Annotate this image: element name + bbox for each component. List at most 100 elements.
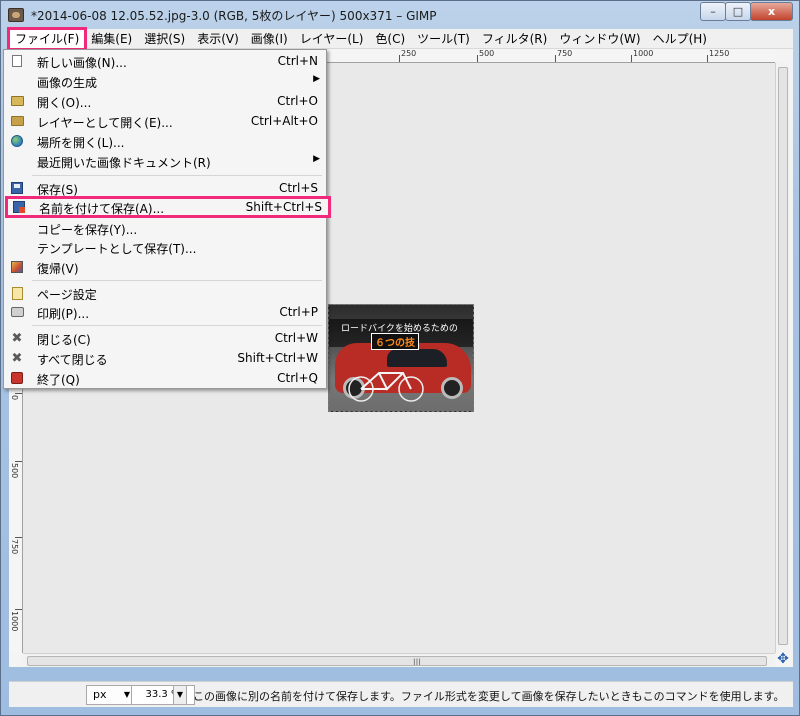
menu-colors[interactable]: 色(C) xyxy=(369,29,411,49)
menu-item-print[interactable]: 印刷(P)... Ctrl+P xyxy=(4,302,326,322)
ruler-label: 250 xyxy=(401,49,417,58)
window-controls: – □ x xyxy=(700,2,793,21)
ruler-tick xyxy=(15,537,22,538)
menu-item-revert[interactable]: 復帰(V) xyxy=(4,257,326,277)
menu-separator xyxy=(32,325,322,326)
menu-item-label: 場所を開く(L)... xyxy=(37,136,125,150)
vertical-scrollbar[interactable] xyxy=(775,63,789,653)
minimize-button[interactable]: – xyxy=(700,2,726,21)
ruler-tick xyxy=(399,55,400,62)
menu-item-label: テンプレートとして保存(T)... xyxy=(37,242,197,256)
ruler-tick xyxy=(555,55,556,62)
menu-item-shortcut: Ctrl+N xyxy=(277,54,318,68)
menu-item-save-template[interactable]: テンプレートとして保存(T)... xyxy=(4,237,326,257)
scroll-grip: III xyxy=(413,658,421,668)
menu-item-close-all[interactable]: ✖ すべて閉じる Shift+Ctrl+W xyxy=(4,348,326,368)
page-setup-icon xyxy=(10,286,24,300)
menu-edit[interactable]: 編集(E) xyxy=(85,29,138,49)
ruler-label: 1000 xyxy=(633,49,654,58)
save-as-icon xyxy=(12,200,26,214)
menu-item-shortcut: Ctrl+P xyxy=(279,305,318,319)
quit-icon xyxy=(10,371,24,385)
ruler-label: 750 xyxy=(557,49,573,58)
ruler-tick xyxy=(15,609,22,610)
title-bar[interactable]: *2014-06-08 12.05.52.jpg-3.0 (RGB, 5枚のレイ… xyxy=(1,1,800,29)
wheel-shape xyxy=(441,377,463,399)
menu-view[interactable]: 表示(V) xyxy=(191,29,245,49)
status-message: この画像に別の名前を付けて保存します。ファイル形式を変更して画像を保存したいとき… xyxy=(193,690,785,703)
new-image-icon xyxy=(10,54,24,68)
menu-item-quit[interactable]: 終了(Q) Ctrl+Q xyxy=(4,368,326,388)
close-x-icon: ✖ xyxy=(11,330,23,346)
submenu-arrow-icon: ▶ xyxy=(313,74,320,84)
vertical-scroll-thumb[interactable] xyxy=(778,67,788,645)
menu-image[interactable]: 画像(I) xyxy=(245,29,294,49)
close-button[interactable]: x xyxy=(750,2,793,21)
ruler-tick xyxy=(15,461,22,462)
menu-file[interactable]: ファイル(F) xyxy=(6,26,88,51)
ruler-tick xyxy=(477,55,478,62)
menu-item-shortcut: Ctrl+S xyxy=(278,181,318,195)
ruler-label: 500 xyxy=(479,49,495,58)
ruler-label: 750 xyxy=(10,539,19,555)
menu-item-shortcut: Ctrl+W xyxy=(274,331,318,345)
menu-item-new[interactable]: 新しい画像(N)... Ctrl+N xyxy=(4,51,326,71)
menu-item-shortcut: Ctrl+Q xyxy=(277,371,318,385)
menu-item-open[interactable]: 開く(O)... Ctrl+O xyxy=(4,91,326,111)
unit-select[interactable]: px ▼ xyxy=(86,685,136,705)
menu-select[interactable]: 選択(S) xyxy=(138,29,191,49)
gimp-window: *2014-06-08 12.05.52.jpg-3.0 (RGB, 5枚のレイ… xyxy=(0,0,800,716)
print-icon xyxy=(10,305,24,319)
menu-item-page-setup[interactable]: ページ設定 xyxy=(4,283,326,303)
menu-separator xyxy=(32,175,322,176)
menu-item-label: 画像の生成 xyxy=(37,76,98,90)
menu-item-create[interactable]: 画像の生成 ▶ xyxy=(4,71,326,91)
menu-item-label: 保存(S) xyxy=(37,183,78,197)
menu-item-label: ページ設定 xyxy=(37,288,97,302)
submenu-arrow-icon: ▶ xyxy=(313,154,320,164)
menu-item-open-location[interactable]: 場所を開く(L)... xyxy=(4,131,326,151)
menu-item-save-as[interactable]: 名前を付けて保存(A)... Shift+Ctrl+S xyxy=(5,196,331,218)
menu-item-open-as-layers[interactable]: レイヤーとして開く(E)... Ctrl+Alt+O xyxy=(4,111,326,131)
ruler-label: 1250 xyxy=(709,49,730,58)
menu-bar: ファイル(F) 編集(E) 選択(S) 表示(V) 画像(I) レイヤー(L) … xyxy=(6,26,793,51)
image-preview[interactable]: ロードバイクを始めるための ６つの技 xyxy=(328,304,474,412)
menu-windows[interactable]: ウィンドウ(W) xyxy=(553,29,646,49)
revert-icon xyxy=(10,260,24,274)
menu-item-label: コピーを保存(Y)... xyxy=(37,223,138,237)
menu-tools[interactable]: ツール(T) xyxy=(411,29,476,49)
file-menu-dropdown: 新しい画像(N)... Ctrl+N 画像の生成 ▶ 開く(O)... Ctrl… xyxy=(3,49,331,389)
menu-separator xyxy=(32,280,322,281)
save-icon xyxy=(10,181,24,195)
menu-item-open-recent[interactable]: 最近開いた画像ドキュメント(R) ▶ xyxy=(4,151,326,171)
folder-icon xyxy=(10,94,24,108)
horizontal-scroll-thumb[interactable]: III xyxy=(27,656,767,668)
navigate-icon[interactable]: ✥ xyxy=(775,651,791,667)
ruler-label: 500 xyxy=(10,463,19,479)
menu-item-label: レイヤーとして開く(E)... xyxy=(37,116,173,130)
status-bar: px ▼ 33.3 % ▼ この画像に別の名前を付けて保存します。ファイル形式を… xyxy=(9,681,793,707)
menu-help[interactable]: ヘルプ(H) xyxy=(647,29,713,49)
ruler-label: 0 xyxy=(10,395,19,401)
globe-icon xyxy=(10,134,24,148)
menu-filters[interactable]: フィルタ(R) xyxy=(476,29,553,49)
menu-item-label: 印刷(P)... xyxy=(37,307,90,321)
menu-item-label: 名前を付けて保存(A)... xyxy=(39,202,165,216)
menu-item-label: 新しい画像(N)... xyxy=(37,56,127,70)
menu-item-save-copy[interactable]: コピーを保存(Y)... xyxy=(4,218,326,238)
zoom-dropdown-button[interactable]: ▼ xyxy=(173,685,187,705)
menu-item-save[interactable]: 保存(S) Ctrl+S xyxy=(4,178,326,198)
menu-item-label: 復帰(V) xyxy=(37,262,79,276)
horizontal-scrollbar[interactable]: III xyxy=(23,653,775,668)
close-all-x-icon: ✖ xyxy=(11,350,23,366)
open-layer-icon xyxy=(10,114,24,128)
gimp-app-icon[interactable] xyxy=(8,8,24,22)
menu-layer[interactable]: レイヤー(L) xyxy=(294,29,370,49)
menu-item-close[interactable]: ✖ 閉じる(C) Ctrl+W xyxy=(4,328,326,348)
unit-value: px xyxy=(93,688,107,701)
menu-item-label: 開く(O)... xyxy=(37,96,92,110)
menu-item-shortcut: Ctrl+O xyxy=(277,94,318,108)
window-title: *2014-06-08 12.05.52.jpg-3.0 (RGB, 5枚のレイ… xyxy=(31,9,437,23)
menu-item-shortcut: Shift+Ctrl+S xyxy=(245,200,322,214)
maximize-button[interactable]: □ xyxy=(725,2,751,21)
